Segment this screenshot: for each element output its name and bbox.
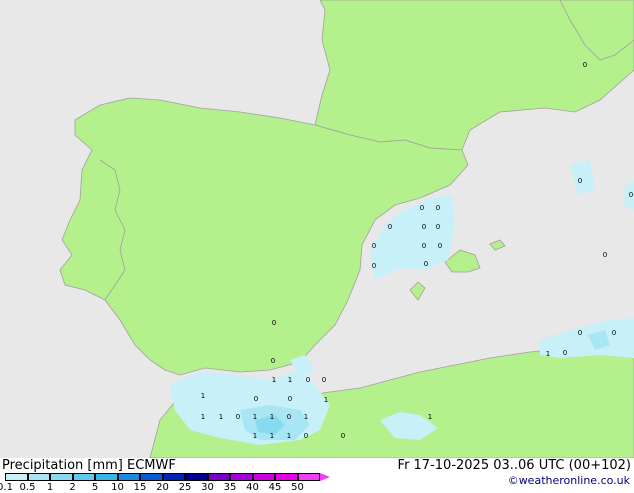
scale-segment [27,473,50,481]
scale-segment [230,473,253,481]
precip-value-label: 1 [201,413,205,421]
precip-value-label: 0 [388,223,392,231]
precip-value-label: 1 [270,413,274,421]
precip-value-label: 0 [438,242,442,250]
precip-value-label: 0 [306,376,310,384]
precip-value-label: 0 [629,191,633,199]
scale-segment [162,473,185,481]
scale-segment [185,473,208,481]
scale-segment [140,473,163,481]
scale-tick-label: 50 [291,482,304,493]
precip-value-label: 1 [253,413,257,421]
precip-value-label: 0 [322,376,326,384]
precip-value-label: 1 [546,350,550,358]
scale-tick-label: 0.5 [19,482,36,493]
precip-value-label: 0 [436,204,440,212]
scale-tick-label: 20 [156,482,169,493]
precip-value-label: 0 [288,395,292,403]
scale-tick-label: 10 [111,482,124,493]
scale-tick-label: 30 [201,482,214,493]
precip-value-label: 0 [603,251,607,259]
scale-tick-label: 35 [223,482,237,493]
scale-segment [117,473,140,481]
scale-segment [5,473,28,481]
precip-value-label: 1 [324,396,328,404]
scale-segment [50,473,73,481]
scale-segment [297,473,320,481]
precip-value-label: 0 [578,177,582,185]
precip-value-label: 0 [422,223,426,231]
precip-value-label: 0 [372,242,376,250]
precip-value-label: 0 [272,319,276,327]
precip-value-label: 0 [424,260,428,268]
scale-tick-label: 5 [91,482,99,493]
title-right: Fr 17-10-2025 03..06 UTC (00+102) [397,458,631,473]
precip-value-label: 0 [563,349,567,357]
scale-segment [95,473,118,481]
precip-value-label: 1 [270,432,274,440]
scale-tick-label: 0.1 [0,482,13,493]
footer: Precipitation [mm] ECMWF Fr 17-10-2025 0… [0,458,634,493]
scale-segment [252,473,275,481]
precip-value-label: 0 [372,262,376,270]
precip-value-label: 1 [201,392,205,400]
precip-value-label: 0 [422,242,426,250]
precip-value-label: 0 [612,329,616,337]
scale-segment [207,473,230,481]
scale-tick-label: 25 [178,482,192,493]
precip-value-label: 0 [578,329,582,337]
precip-value-label: 0 [236,413,240,421]
scale-tick-label: 2 [69,482,76,493]
precip-value-label: 0 [254,395,258,403]
scale-segment [275,473,298,481]
precip-value-label: 1 [304,413,308,421]
precip-value-label: 0 [271,357,275,365]
precip-value-label: 1 [288,376,292,384]
scale-tick-label: 15 [133,482,147,493]
precip-value-label: 0 [287,413,291,421]
scale-tick-label: 45 [268,482,282,493]
precip-value-label: 1 [272,376,276,384]
precip-value-label: 0 [583,61,587,69]
precip-value-label: 0 [304,432,308,440]
precip-value-label: 1 [428,413,432,421]
precip-value-label: 1 [219,413,223,421]
scale-tick-label: 40 [246,482,259,493]
scale-arrow [320,473,330,481]
precip-value-label: 0 [436,223,440,231]
precip-value-label: 0 [341,432,345,440]
credit: ©weatheronline.co.uk [507,474,630,487]
scale-segment [72,473,95,481]
precip-value-label: 1 [287,432,291,440]
title-left: Precipitation [mm] ECMWF [2,458,176,473]
precip-value-label: 1 [253,432,257,440]
precip-value-label: 0 [420,204,424,212]
precipitation-map: 0 0 0 0 0 0 0 0 0 0 0 0 0 0 0 1 0 1 1 0 0 1 0 0 1 1 0 1 1 0 1 1 1 0 1 1 0 1 0 0… [0,0,634,458]
scale-tick-label: 1 [46,482,54,493]
